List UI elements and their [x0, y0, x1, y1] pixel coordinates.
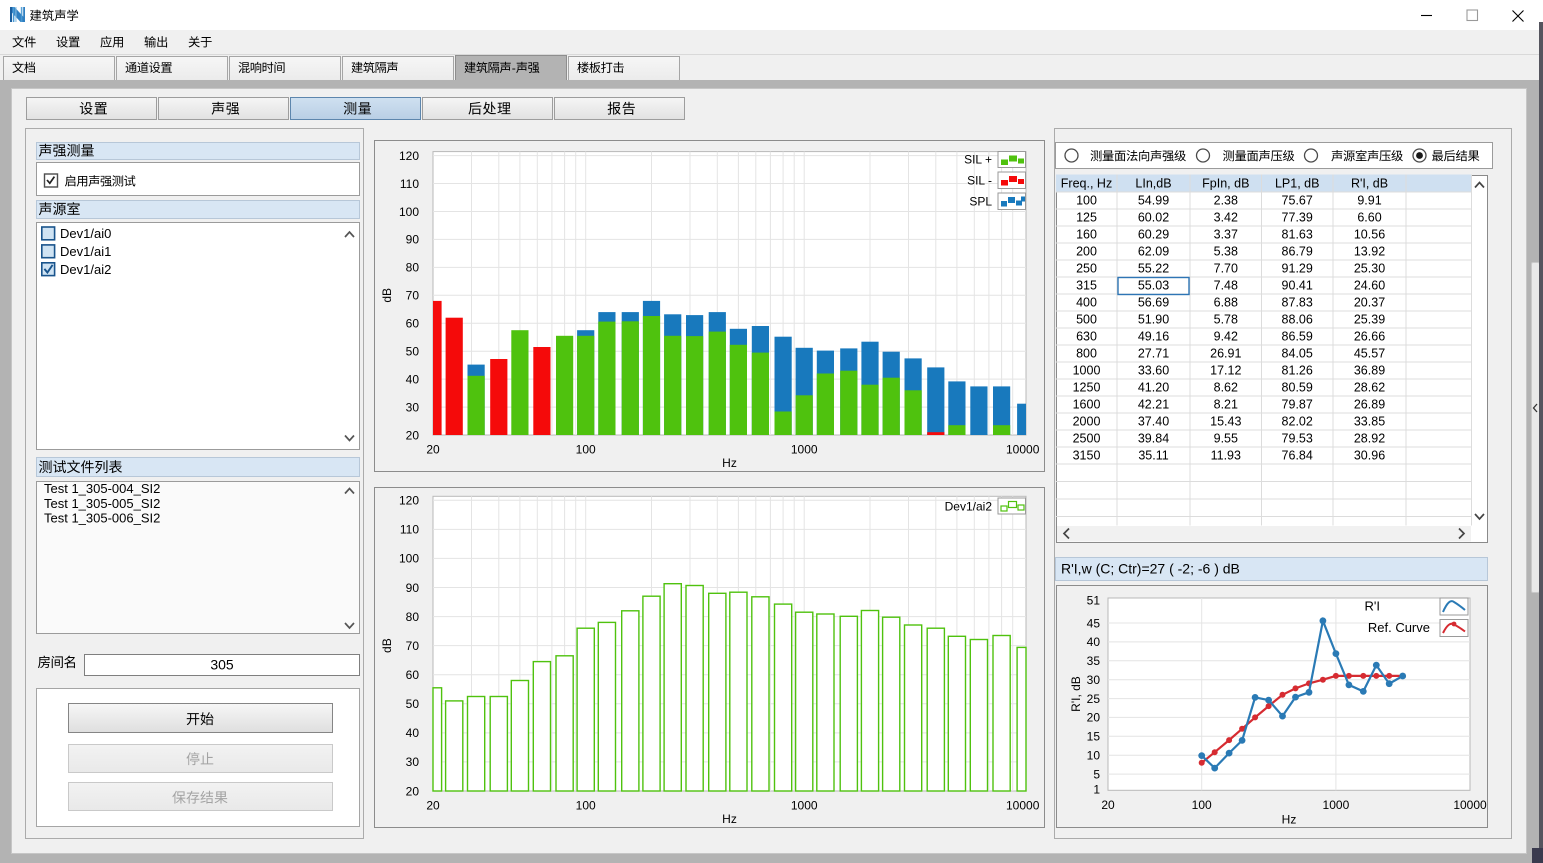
svg-text:Test 1_305-005_SI2: Test 1_305-005_SI2: [44, 496, 160, 511]
svg-text:Test 1_305-004_SI2: Test 1_305-004_SI2: [44, 481, 160, 496]
svg-text:Test 1_305-006_SI2: Test 1_305-006_SI2: [44, 510, 160, 525]
svg-text:305: 305: [210, 657, 234, 673]
svg-text:Dev1/ai0: Dev1/ai0: [60, 226, 111, 241]
svg-text:Dev1/ai1: Dev1/ai1: [60, 244, 111, 259]
svg-text:Dev1/ai2: Dev1/ai2: [60, 262, 111, 277]
svg-text:-: -: [512, 61, 516, 75]
